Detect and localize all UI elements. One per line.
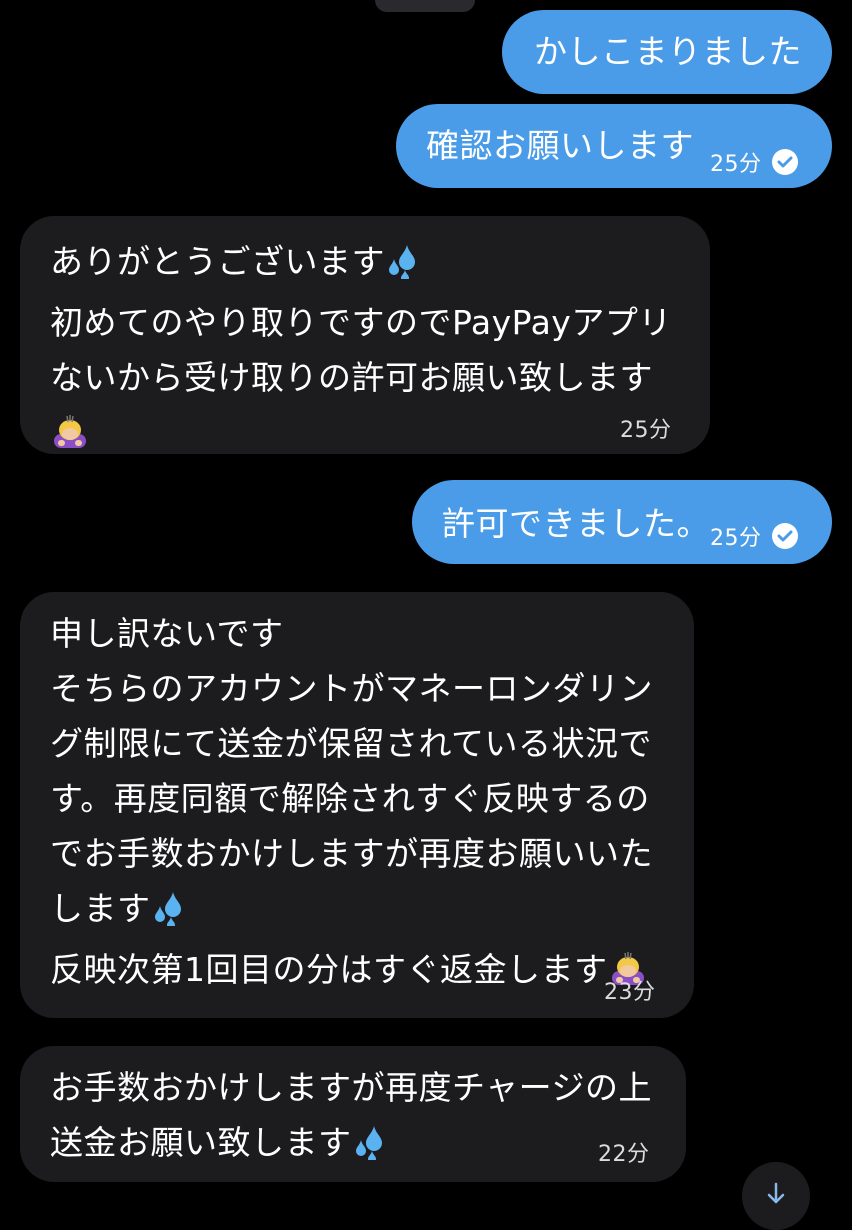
message-bubble-incoming[interactable]: ありがとうございます 初めてのやり取りですのでPayPayアプリ ないから受け取…	[20, 216, 710, 454]
message-time: 23分	[604, 980, 656, 1005]
message-text: 確認お願いします	[426, 126, 694, 165]
message-line: お手数おかけしますが再度チャージの上	[50, 1068, 653, 1107]
message-time: 22分	[598, 1142, 650, 1167]
message-text: 申し訳ないです そちらのアカウントがマネーロンダリン グ制限にて送金が保留されて…	[50, 606, 653, 1003]
message-line: グ制限にて送金が保留されている状況で	[50, 724, 653, 763]
message-bubble-outgoing[interactable]: かしこまりました	[502, 10, 832, 94]
message-line: ありがとうございます	[50, 242, 385, 281]
message-bubble-incoming[interactable]: お手数おかけしますが再度チャージの上 送金お願い致します 22分	[20, 1046, 686, 1182]
message-bubble-outgoing[interactable]: 確認お願いします 25分	[396, 104, 832, 188]
message-text: かしこまりました	[534, 32, 802, 71]
message-line: そちらのアカウントがマネーロンダリン	[50, 669, 653, 708]
message-line: 申し訳ないです	[50, 614, 284, 653]
message-time: 25分	[710, 526, 762, 551]
message-meta: 22分	[598, 1136, 650, 1168]
sweat-droplets-icon	[352, 1121, 388, 1176]
message-line: します	[50, 889, 151, 928]
message-line: す。再度同額で解除されすぐ反映するの	[50, 779, 650, 818]
message-bubble-outgoing[interactable]: 許可できました。 25分	[412, 480, 832, 564]
message-text: お手数おかけしますが再度チャージの上 送金お願い致します	[50, 1060, 652, 1176]
sweat-droplets-icon	[385, 240, 421, 295]
message-meta: 25分	[710, 520, 798, 552]
message-line: 初めてのやり取りですのでPayPayアプリ	[50, 303, 672, 342]
scroll-to-bottom-button[interactable]	[742, 1162, 810, 1230]
message-meta: 25分	[620, 412, 672, 444]
message-text: ありがとうございます 初めてのやり取りですのでPayPayアプリ ないから受け取…	[50, 234, 672, 466]
message-meta: 25分	[710, 146, 798, 178]
read-check-icon	[771, 149, 798, 175]
message-line: ないから受け取りの許可お願い致します	[50, 358, 653, 397]
message-line: 送金お願い致します	[50, 1123, 352, 1162]
sweat-droplets-icon	[151, 887, 187, 942]
message-meta: 23分	[604, 974, 656, 1006]
message-text: 許可できました。	[442, 504, 710, 543]
message-time: 25分	[710, 152, 762, 177]
read-check-icon	[771, 523, 798, 549]
message-line: でお手数おかけしますが再度お願いいた	[50, 834, 653, 873]
person-bowing-icon	[50, 411, 90, 466]
top-scroll-pill	[375, 0, 475, 12]
message-time: 25分	[620, 418, 672, 443]
message-bubble-incoming[interactable]: 申し訳ないです そちらのアカウントがマネーロンダリン グ制限にて送金が保留されて…	[20, 592, 694, 1018]
message-line: 反映次第1回目の分はすぐ返金します	[50, 950, 608, 989]
